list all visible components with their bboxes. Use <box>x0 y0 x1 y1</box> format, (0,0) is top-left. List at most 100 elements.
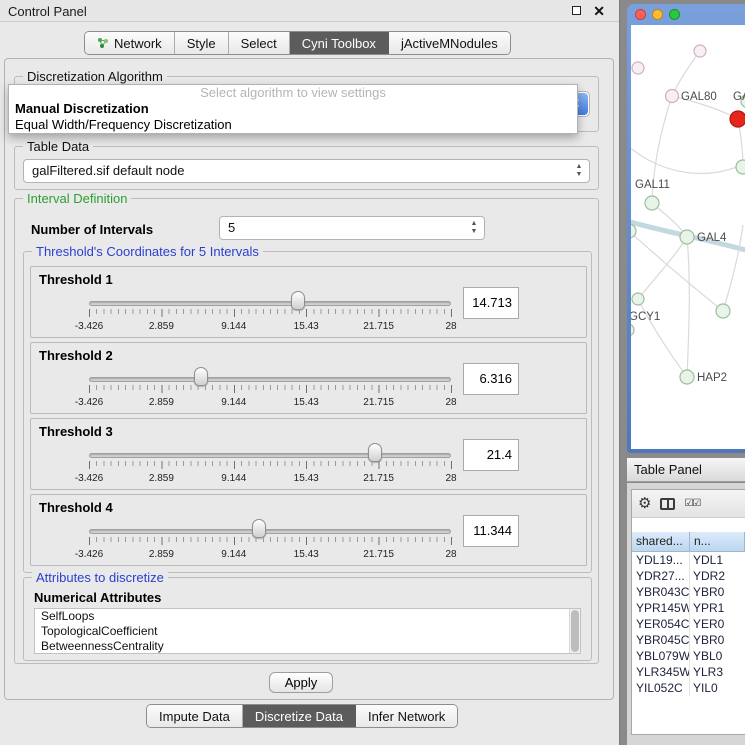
node-gal11[interactable] <box>645 196 659 210</box>
tab-impute-data[interactable]: Impute Data <box>147 705 243 727</box>
group-title: Discretization Algorithm <box>23 69 167 84</box>
node-table: ⚙ ☑☑ shared... n... YDL19...YDL1 YDR27..… <box>631 489 745 735</box>
node-hap2[interactable] <box>680 370 694 384</box>
table-data-group: Table Data galFiltered.sif default node … <box>14 146 599 190</box>
table-row[interactable]: YBL079WYBL0 <box>632 648 745 664</box>
cell[interactable]: YPR1 <box>690 600 745 616</box>
cell[interactable]: YBR045C <box>632 632 690 648</box>
threshold-1-panel: Threshold 1 -3.426 2.859 9.144 15.43 21.… <box>30 266 587 338</box>
cell[interactable]: YER0 <box>690 616 745 632</box>
scale-tick-label: 28 <box>445 549 456 560</box>
cell[interactable]: YIL052C <box>632 680 690 696</box>
column-header-name[interactable]: n... <box>690 532 745 552</box>
group-title: Threshold's Coordinates for 5 Intervals <box>32 244 263 259</box>
gear-icon[interactable]: ⚙ <box>638 496 651 511</box>
close-icon[interactable]: ✕ <box>593 3 605 20</box>
threshold-2-value-field[interactable]: 6.316 <box>463 363 519 395</box>
window-title: Control Panel <box>8 4 87 19</box>
tab-jactivemnodules[interactable]: jActiveMNodules <box>389 32 510 54</box>
slider-handle[interactable] <box>194 367 208 386</box>
node[interactable] <box>694 45 706 57</box>
table-data-select[interactable]: galFiltered.sif default node ▲▼ <box>23 159 590 183</box>
tab-label: Impute Data <box>159 709 230 724</box>
slider-track[interactable] <box>89 301 451 306</box>
float-window-icon[interactable] <box>572 6 581 15</box>
list-item-betweennesscentrality[interactable]: BetweennessCentrality <box>35 639 580 654</box>
table-row[interactable]: YPR145WYPR1 <box>632 600 745 616</box>
tab-label: Select <box>241 36 277 51</box>
threshold-1-value-field[interactable]: 14.713 <box>463 287 519 319</box>
threshold-4-value-field[interactable]: 11.344 <box>463 515 519 547</box>
scale-tick-label: 15.43 <box>294 321 319 332</box>
number-of-intervals-select[interactable]: 5 ▲▼ <box>219 216 485 240</box>
cell[interactable]: YBR043C <box>632 584 690 600</box>
slider-handle[interactable] <box>252 519 266 538</box>
scale-tick-label: -3.426 <box>75 321 103 332</box>
slider-scale: -3.426 2.859 9.144 15.43 21.715 28 <box>89 397 451 409</box>
node[interactable] <box>716 304 730 318</box>
cell[interactable]: YIL0 <box>690 680 745 696</box>
cell[interactable]: YDR2 <box>690 568 745 584</box>
list-item-selfloops[interactable]: SelfLoops <box>35 609 580 624</box>
threshold-3-value-field[interactable]: 21.4 <box>463 439 519 471</box>
checkbox-icons[interactable]: ☑☑ <box>684 498 700 509</box>
tab-network[interactable]: Network <box>85 32 175 54</box>
scale-tick-label: 28 <box>445 321 456 332</box>
cell[interactable]: YDR27... <box>632 568 690 584</box>
cell[interactable]: YPR145W <box>632 600 690 616</box>
tab-infer-network[interactable]: Infer Network <box>356 705 457 727</box>
column-header-shared-name[interactable]: shared... <box>632 532 690 552</box>
tab-style[interactable]: Style <box>175 32 229 54</box>
node-label: GAL4 <box>697 232 727 244</box>
slider-track[interactable] <box>89 453 451 458</box>
node-gal80[interactable] <box>666 90 679 103</box>
columns-icon[interactable] <box>660 498 675 510</box>
dropdown-prompt: Select algorithm to view settings <box>9 85 577 101</box>
table-row[interactable]: YBR043CYBR0 <box>632 584 745 600</box>
cell[interactable]: YDL19... <box>632 552 690 568</box>
zoom-window-icon[interactable] <box>669 9 680 20</box>
table-row[interactable]: YBR045CYBR0 <box>632 632 745 648</box>
table-row[interactable]: YDR27...YDR2 <box>632 568 745 584</box>
tab-cyni-toolbox[interactable]: Cyni Toolbox <box>290 32 389 54</box>
cell[interactable]: YER054C <box>632 616 690 632</box>
node-gcy1[interactable] <box>632 293 644 305</box>
cell[interactable]: YDL1 <box>690 552 745 568</box>
cell[interactable]: YBR0 <box>690 632 745 648</box>
minimize-window-icon[interactable] <box>652 9 663 20</box>
cell[interactable]: YLR3 <box>690 664 745 680</box>
dropdown-option-manual-discretization[interactable]: Manual Discretization <box>9 101 577 117</box>
cell[interactable]: YBL0 <box>690 648 745 664</box>
interval-definition-group: Interval Definition Number of Intervals … <box>14 198 599 664</box>
apply-button[interactable]: Apply <box>269 672 333 693</box>
table-row[interactable]: YLR345WYLR3 <box>632 664 745 680</box>
table-row[interactable]: YDL19...YDL1 <box>632 552 745 568</box>
slider-handle[interactable] <box>368 443 382 462</box>
network-canvas[interactable]: GAL80 GA GAL11 GAL4 GCY1 HAP2 <box>631 25 745 449</box>
scrollbar-thumb[interactable] <box>571 610 579 652</box>
node-gal4[interactable] <box>680 230 694 244</box>
slider-track[interactable] <box>89 377 451 382</box>
tab-label: jActiveMNodules <box>401 36 498 51</box>
slider-track[interactable] <box>89 529 451 534</box>
node[interactable] <box>631 324 634 336</box>
top-tabbar: Network Style Select Cyni Toolbox jActiv… <box>84 31 511 55</box>
cell[interactable]: YBR0 <box>690 584 745 600</box>
tab-select[interactable]: Select <box>229 32 290 54</box>
node[interactable] <box>632 62 644 74</box>
cell[interactable]: YBL079W <box>632 648 690 664</box>
table-row[interactable]: YER054CYER0 <box>632 616 745 632</box>
list-item-topologicalcoefficient[interactable]: TopologicalCoefficient <box>35 624 580 639</box>
slider-handle[interactable] <box>291 291 305 310</box>
node[interactable] <box>736 160 745 174</box>
list-scrollbar[interactable] <box>569 609 580 653</box>
dropdown-option-equal-width-frequency[interactable]: Equal Width/Frequency Discretization <box>9 117 577 133</box>
selected-node[interactable] <box>730 111 745 127</box>
scale-tick-label: 28 <box>445 473 456 484</box>
table-row[interactable]: YIL052CYIL0 <box>632 680 745 696</box>
cell[interactable]: YLR345W <box>632 664 690 680</box>
close-window-icon[interactable] <box>635 9 646 20</box>
attributes-list[interactable]: SelfLoops TopologicalCoefficient Between… <box>34 608 581 654</box>
threshold-3-panel: Threshold 3 -3.426 2.859 9.144 15.43 21.… <box>30 418 587 490</box>
tab-discretize-data[interactable]: Discretize Data <box>243 705 356 727</box>
